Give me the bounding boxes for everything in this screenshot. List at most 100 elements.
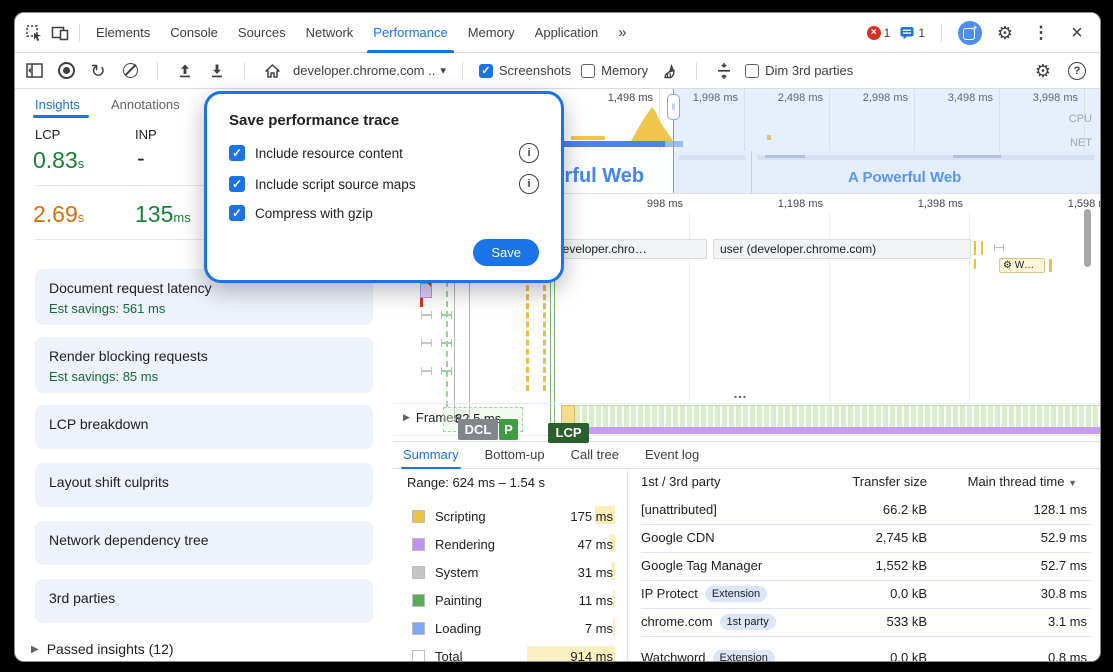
help-icon[interactable]: ?	[1068, 62, 1086, 80]
system-swatch	[412, 566, 425, 579]
paint-marker-badge[interactable]: P	[499, 419, 518, 440]
dim-3rd-parties-checkbox[interactable]: Dim 3rd parties	[745, 63, 853, 78]
detail-tick: 1,398 ms	[893, 198, 963, 210]
vertical-scrollbar[interactable]	[1084, 209, 1091, 267]
insight-card-network-dependency[interactable]: Network dependency tree	[35, 521, 373, 565]
error-count-badge[interactable]: × 1	[867, 26, 891, 40]
painting-swatch	[412, 594, 425, 607]
inp-local-value: -	[137, 145, 145, 172]
dcl-marker-badge[interactable]: DCL	[458, 419, 498, 440]
collapsed-tracks-handle[interactable]: …	[733, 385, 748, 401]
col-party-header[interactable]: 1st / 3rd party	[641, 474, 720, 489]
save-trace-dialog: Save performance trace ✓ Include resourc…	[204, 91, 564, 283]
checkbox-checked-icon: ✓	[229, 205, 245, 221]
party-row-name[interactable]: Google Tag Manager	[641, 558, 762, 573]
record-icon[interactable]	[55, 60, 77, 82]
lcp-field-value: 2.69s	[33, 201, 84, 228]
network-request-pill[interactable]: user (developer.chrome.com)	[713, 239, 971, 259]
tab-network[interactable]: Network	[296, 13, 364, 53]
include-source-maps-checkbox[interactable]: ✓ Include script source maps i	[229, 174, 539, 194]
separator	[157, 62, 158, 80]
insight-card-layout-shift[interactable]: Layout shift culprits	[35, 463, 373, 507]
inspect-element-icon[interactable]	[21, 20, 47, 46]
legend-value: 914 ms	[513, 649, 613, 661]
home-icon[interactable]	[261, 60, 283, 82]
compress-gzip-checkbox[interactable]: ✓ Compress with gzip	[229, 205, 539, 221]
issue-count-badge[interactable]: 1	[900, 26, 925, 40]
sort-desc-icon: ▼	[1068, 478, 1077, 488]
col-time-header[interactable]: Main thread time ▼	[927, 474, 1077, 489]
legend-label: Rendering	[435, 537, 495, 552]
performance-toolbar: ↻ developer.chrome.com .. ▾ ✓ Screenshot…	[15, 53, 1100, 89]
detail-tick: 998 ms	[613, 198, 683, 210]
tab-bottom-up[interactable]: Bottom-up	[485, 441, 545, 469]
save-button[interactable]: Save	[473, 239, 539, 266]
tab-console[interactable]: Console	[160, 13, 228, 53]
devtools-window: Elements Console Sources Network Perform…	[14, 12, 1101, 662]
est-savings: Est savings: 85 ms	[49, 369, 359, 384]
clear-icon[interactable]	[119, 60, 141, 82]
insight-card-3rd-parties[interactable]: 3rd parties	[35, 579, 373, 623]
checkbox-checked-icon: ✓	[479, 64, 493, 78]
kebab-menu-icon[interactable]: ⋮	[1028, 20, 1054, 46]
insight-card-lcp-breakdown[interactable]: LCP breakdown	[35, 405, 373, 449]
toggle-sidebar-icon[interactable]	[23, 60, 45, 82]
legend-label: Scripting	[435, 509, 486, 524]
long-task-chip[interactable]: ⚙ W…	[999, 258, 1045, 273]
info-icon[interactable]: i	[519, 174, 539, 194]
dcl-marker-line	[454, 267, 455, 419]
party-row-name[interactable]: [unattributed]	[641, 502, 717, 517]
party-row-name[interactable]: chrome.com1st party	[641, 614, 776, 630]
close-devtools-icon[interactable]: ×	[1064, 20, 1090, 46]
extension-badge: Extension	[713, 650, 775, 661]
tab-performance[interactable]: Performance	[363, 13, 457, 53]
est-savings: Est savings: 561 ms	[49, 301, 359, 316]
tab-annotations[interactable]: Annotations	[111, 97, 180, 112]
lcp-label: LCP	[35, 127, 60, 142]
more-tabs-icon[interactable]: »	[608, 13, 636, 53]
separator	[79, 24, 80, 42]
include-resource-content-checkbox[interactable]: ✓ Include resource content i	[229, 143, 539, 163]
window-resize-grip[interactable]: ‖	[667, 94, 680, 120]
legend-value: 31 ms	[513, 565, 613, 580]
ai-assistance-icon[interactable]: ✦	[958, 21, 982, 45]
detail-tick: 1,198 ms	[753, 198, 823, 210]
tab-application[interactable]: Application	[525, 13, 609, 53]
expand-arrow-icon: ▶	[31, 644, 39, 655]
insight-card-render-blocking[interactable]: Render blocking requests Est savings: 85…	[35, 337, 373, 393]
capture-settings-gear-icon[interactable]: ⚙	[1032, 60, 1054, 82]
legend-label: System	[435, 565, 478, 580]
device-toolbar-icon[interactable]	[47, 20, 73, 46]
reload-and-record-icon[interactable]: ↻	[87, 60, 109, 82]
separator	[941, 24, 942, 42]
passed-insights-toggle[interactable]: ▶ Passed insights (12)	[31, 641, 174, 657]
settings-gear-icon[interactable]: ⚙	[992, 20, 1018, 46]
tab-event-log[interactable]: Event log	[645, 441, 699, 469]
collect-garbage-icon[interactable]	[658, 60, 680, 82]
tab-elements[interactable]: Elements	[86, 13, 160, 53]
save-profile-icon[interactable]	[206, 60, 228, 82]
party-row-name[interactable]: IP ProtectExtension	[641, 586, 767, 602]
dialog-title: Save performance trace	[229, 112, 539, 129]
overview-dim-overlay	[673, 89, 1100, 193]
party-row-name[interactable]: Google CDN	[641, 530, 715, 545]
tab-sources[interactable]: Sources	[228, 13, 296, 53]
tab-call-tree[interactable]: Call tree	[571, 441, 619, 469]
lcp-marker-line	[550, 267, 551, 425]
legend-label: Total	[435, 649, 462, 661]
tab-summary[interactable]: Summary	[403, 441, 459, 469]
lcp-marker-badge[interactable]: LCP	[548, 423, 589, 443]
error-icon: ×	[867, 26, 881, 40]
screenshots-checkbox[interactable]: ✓ Screenshots	[479, 63, 571, 78]
load-profile-icon[interactable]	[174, 60, 196, 82]
col-size-header[interactable]: Transfer size	[807, 474, 927, 489]
info-icon[interactable]: i	[519, 143, 539, 163]
tab-memory[interactable]: Memory	[458, 13, 525, 53]
inp-label: INP	[135, 127, 157, 142]
page-select-dropdown[interactable]: developer.chrome.com .. ▾	[293, 63, 446, 78]
tab-insights[interactable]: Insights	[35, 97, 80, 112]
party-row-name[interactable]: WatchwordExtension	[641, 650, 775, 661]
throttling-icon[interactable]	[713, 60, 735, 82]
memory-checkbox[interactable]: Memory	[581, 63, 648, 78]
loading-swatch	[412, 622, 425, 635]
